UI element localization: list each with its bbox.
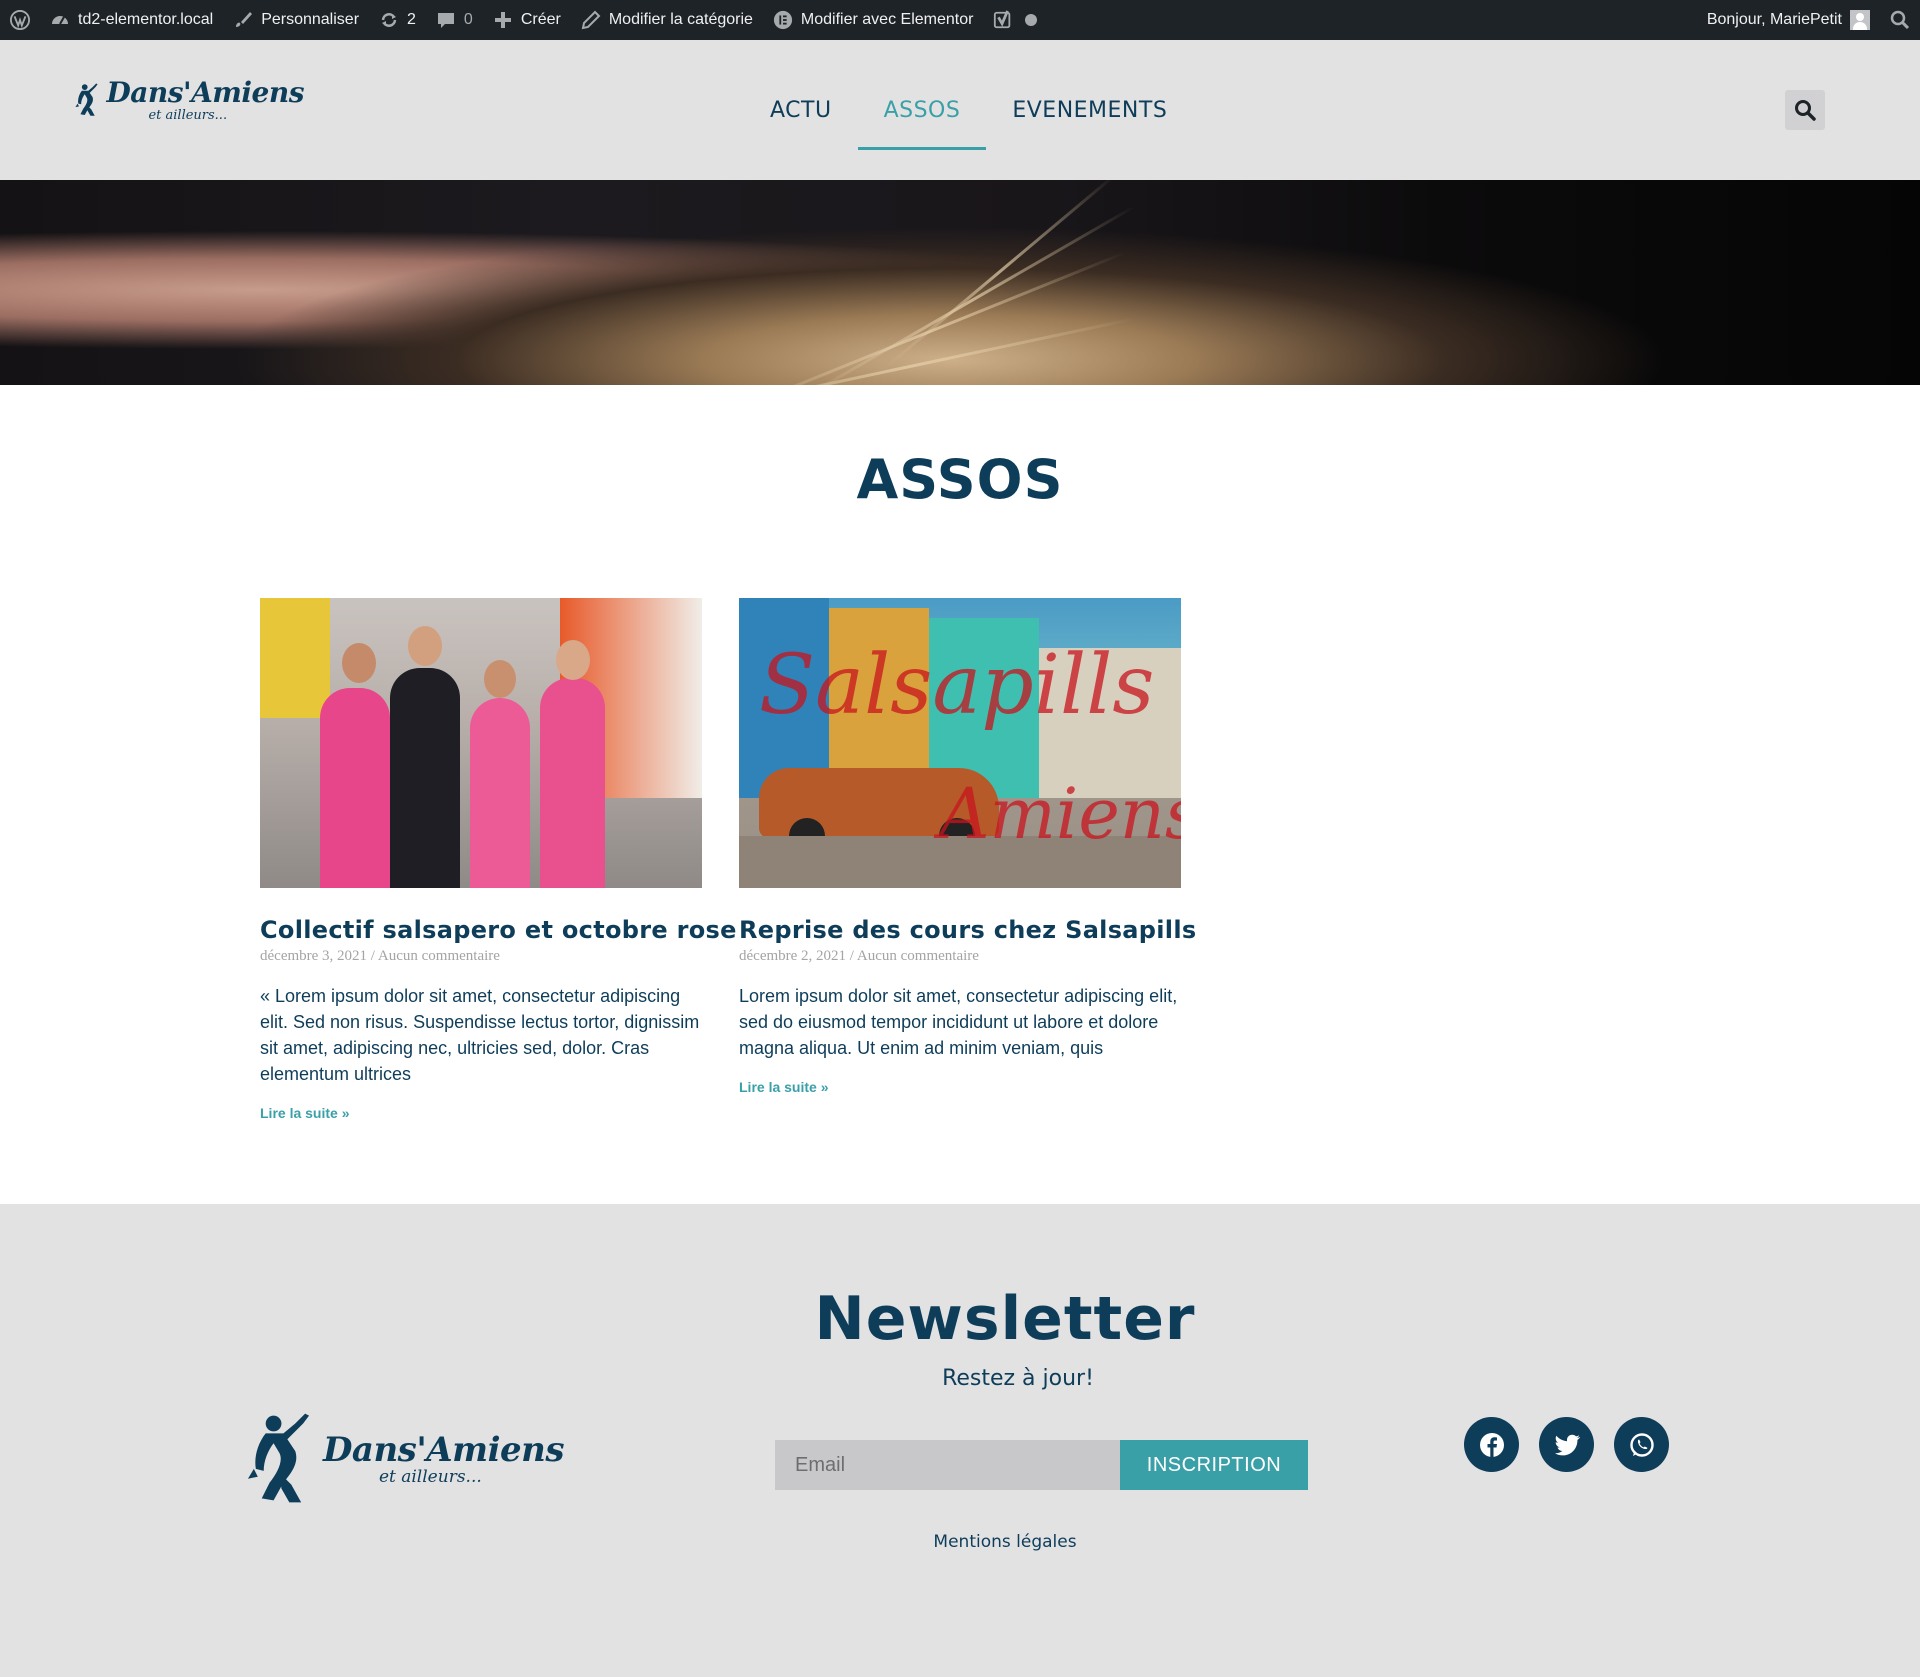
whatsapp-icon [1629, 1432, 1654, 1457]
post-thumbnail-salsapills[interactable]: Salsapills Amiens [739, 598, 1181, 888]
brush-icon [233, 10, 253, 30]
greeting-label: Bonjour, MariePetit [1706, 11, 1842, 28]
footer-logo-tagline: et ailleurs... [378, 1466, 482, 1487]
edit-category-link[interactable]: Modifier la catégorie [571, 0, 763, 40]
read-more-link[interactable]: Lire la suite » [260, 1105, 349, 1121]
avatar [1850, 10, 1870, 30]
edit-elementor-link[interactable]: Modifier avec Elementor [763, 0, 984, 40]
comments-count: 0 [463, 11, 473, 28]
yoast-icon [993, 10, 1013, 30]
amiens-overlay-text: Amiens [939, 773, 1181, 855]
whatsapp-button[interactable] [1614, 1417, 1669, 1472]
comments-link[interactable]: 0 [426, 0, 483, 40]
post-excerpt: « Lorem ipsum dolor sit amet, consectetu… [260, 986, 700, 1084]
newsletter-title: Newsletter [814, 1284, 1196, 1354]
twitter-button[interactable] [1539, 1417, 1594, 1472]
twitter-icon [1554, 1434, 1580, 1455]
hero-hair-streak [684, 317, 1136, 385]
person-head [408, 626, 442, 666]
meta-separator: / [370, 948, 378, 964]
edit-category-label: Modifier la catégorie [608, 11, 753, 28]
footer-logo-main-text: Dans'Amiens [322, 1429, 565, 1470]
updates-link[interactable]: 2 [369, 0, 426, 40]
post-comments: Aucun commentaire [856, 948, 979, 964]
wordpress-logo-button[interactable] [0, 0, 40, 40]
meta-separator: / [849, 948, 857, 964]
facebook-button[interactable] [1464, 1417, 1519, 1472]
person-figure [320, 688, 390, 888]
logo-main-text: Dans'Amiens [106, 75, 304, 109]
post-meta: décembre 2, 2021 / Aucun commentaire [739, 948, 1181, 965]
search-icon [1795, 100, 1816, 121]
post-meta: décembre 3, 2021 / Aucun commentaire [260, 948, 702, 965]
yoast-seo-button[interactable] [983, 0, 1051, 40]
customize-link[interactable]: Personnaliser [223, 0, 369, 40]
hero-hair-streak [734, 251, 1126, 385]
updates-icon [379, 10, 399, 30]
search-icon [1890, 10, 1910, 30]
header-search-button[interactable] [1785, 90, 1825, 130]
nav-item-evenements[interactable]: EVENEMENTS [986, 40, 1193, 180]
person-head [484, 660, 516, 698]
post-title[interactable]: Collectif salsapero et octobre rose [260, 916, 736, 944]
customize-label: Personnaliser [261, 11, 360, 28]
logo-text: Dans'Amiens et ailleurs... [106, 75, 304, 123]
read-more-link[interactable]: Lire la suite » [739, 1079, 828, 1095]
person-figure [470, 698, 530, 888]
hero-banner [0, 180, 1920, 385]
post-card: Collectif salsapero et octobre rose déce… [260, 598, 736, 1123]
site-header: Dans'Amiens et ailleurs... ACTU ASSOS EV… [0, 40, 1920, 180]
legal-notice-link[interactable]: Mentions légales [0, 1532, 1920, 1552]
person-figure [390, 668, 460, 888]
post-date: décembre 2, 2021 [739, 948, 847, 964]
post-thumbnail-octobre-rose[interactable] [260, 598, 702, 888]
dancer-logo-icon [75, 83, 98, 116]
comment-icon [436, 10, 456, 30]
post-excerpt: Lorem ipsum dolor sit amet, consectetur … [739, 986, 1178, 1058]
footer-logo-text: Dans'Amiens et ailleurs... [322, 1429, 565, 1487]
site-logo[interactable]: Dans'Amiens et ailleurs... [74, 52, 304, 148]
site-name-link[interactable]: td2-elementor.local [40, 0, 223, 40]
admin-bar: td2-elementor.local Personnaliser 2 0 Cr… [0, 0, 1920, 40]
email-input[interactable] [775, 1440, 1120, 1490]
my-account-link[interactable]: Bonjour, MariePetit [1697, 0, 1880, 40]
subscribe-button[interactable]: INSCRIPTION [1120, 1440, 1308, 1490]
plus-icon [493, 10, 513, 30]
elementor-icon [773, 10, 793, 30]
edit-elementor-label: Modifier avec Elementor [800, 11, 974, 28]
pencil-icon [581, 10, 601, 30]
wordpress-icon [10, 10, 30, 30]
dashboard-icon [50, 10, 70, 30]
new-content-link[interactable]: Créer [483, 0, 571, 40]
post-title[interactable]: Reprise des cours chez Salsapills [739, 916, 1196, 944]
post-comments: Aucun commentaire [377, 948, 500, 964]
post-card: Salsapills Amiens Reprise des cours chez… [739, 598, 1196, 1097]
dancer-logo-icon [247, 1413, 310, 1503]
banner-decor [260, 598, 330, 718]
new-content-label: Créer [520, 11, 561, 28]
post-date: décembre 3, 2021 [260, 948, 368, 964]
person-head [342, 643, 376, 683]
social-links [1464, 1417, 1669, 1472]
admin-bar-right: Bonjour, MariePetit [1697, 0, 1920, 40]
facebook-icon [1479, 1432, 1504, 1457]
main-nav: ACTU ASSOS EVENEMENTS [744, 40, 1193, 180]
logo-tagline: et ailleurs... [148, 107, 228, 123]
updates-count: 2 [407, 11, 416, 28]
site-footer: Newsletter Restez à jour! Dans'Amiens et… [0, 1204, 1920, 1677]
page-title: ASSOS [856, 448, 1064, 511]
person-figure [540, 678, 605, 888]
footer-logo[interactable]: Dans'Amiens et ailleurs... [244, 1394, 565, 1524]
nav-item-actu[interactable]: ACTU [744, 40, 858, 180]
hero-hair-streak [884, 180, 1116, 370]
admin-search-button[interactable] [1880, 0, 1920, 40]
newsletter-subtitle: Restez à jour! [942, 1366, 1094, 1391]
site-name-label: td2-elementor.local [78, 11, 214, 28]
person-head [556, 640, 590, 680]
nav-item-assos[interactable]: ASSOS [857, 40, 987, 180]
seo-status-dot-icon [1021, 10, 1041, 30]
salsapills-overlay-text: Salsapills [759, 638, 1155, 733]
